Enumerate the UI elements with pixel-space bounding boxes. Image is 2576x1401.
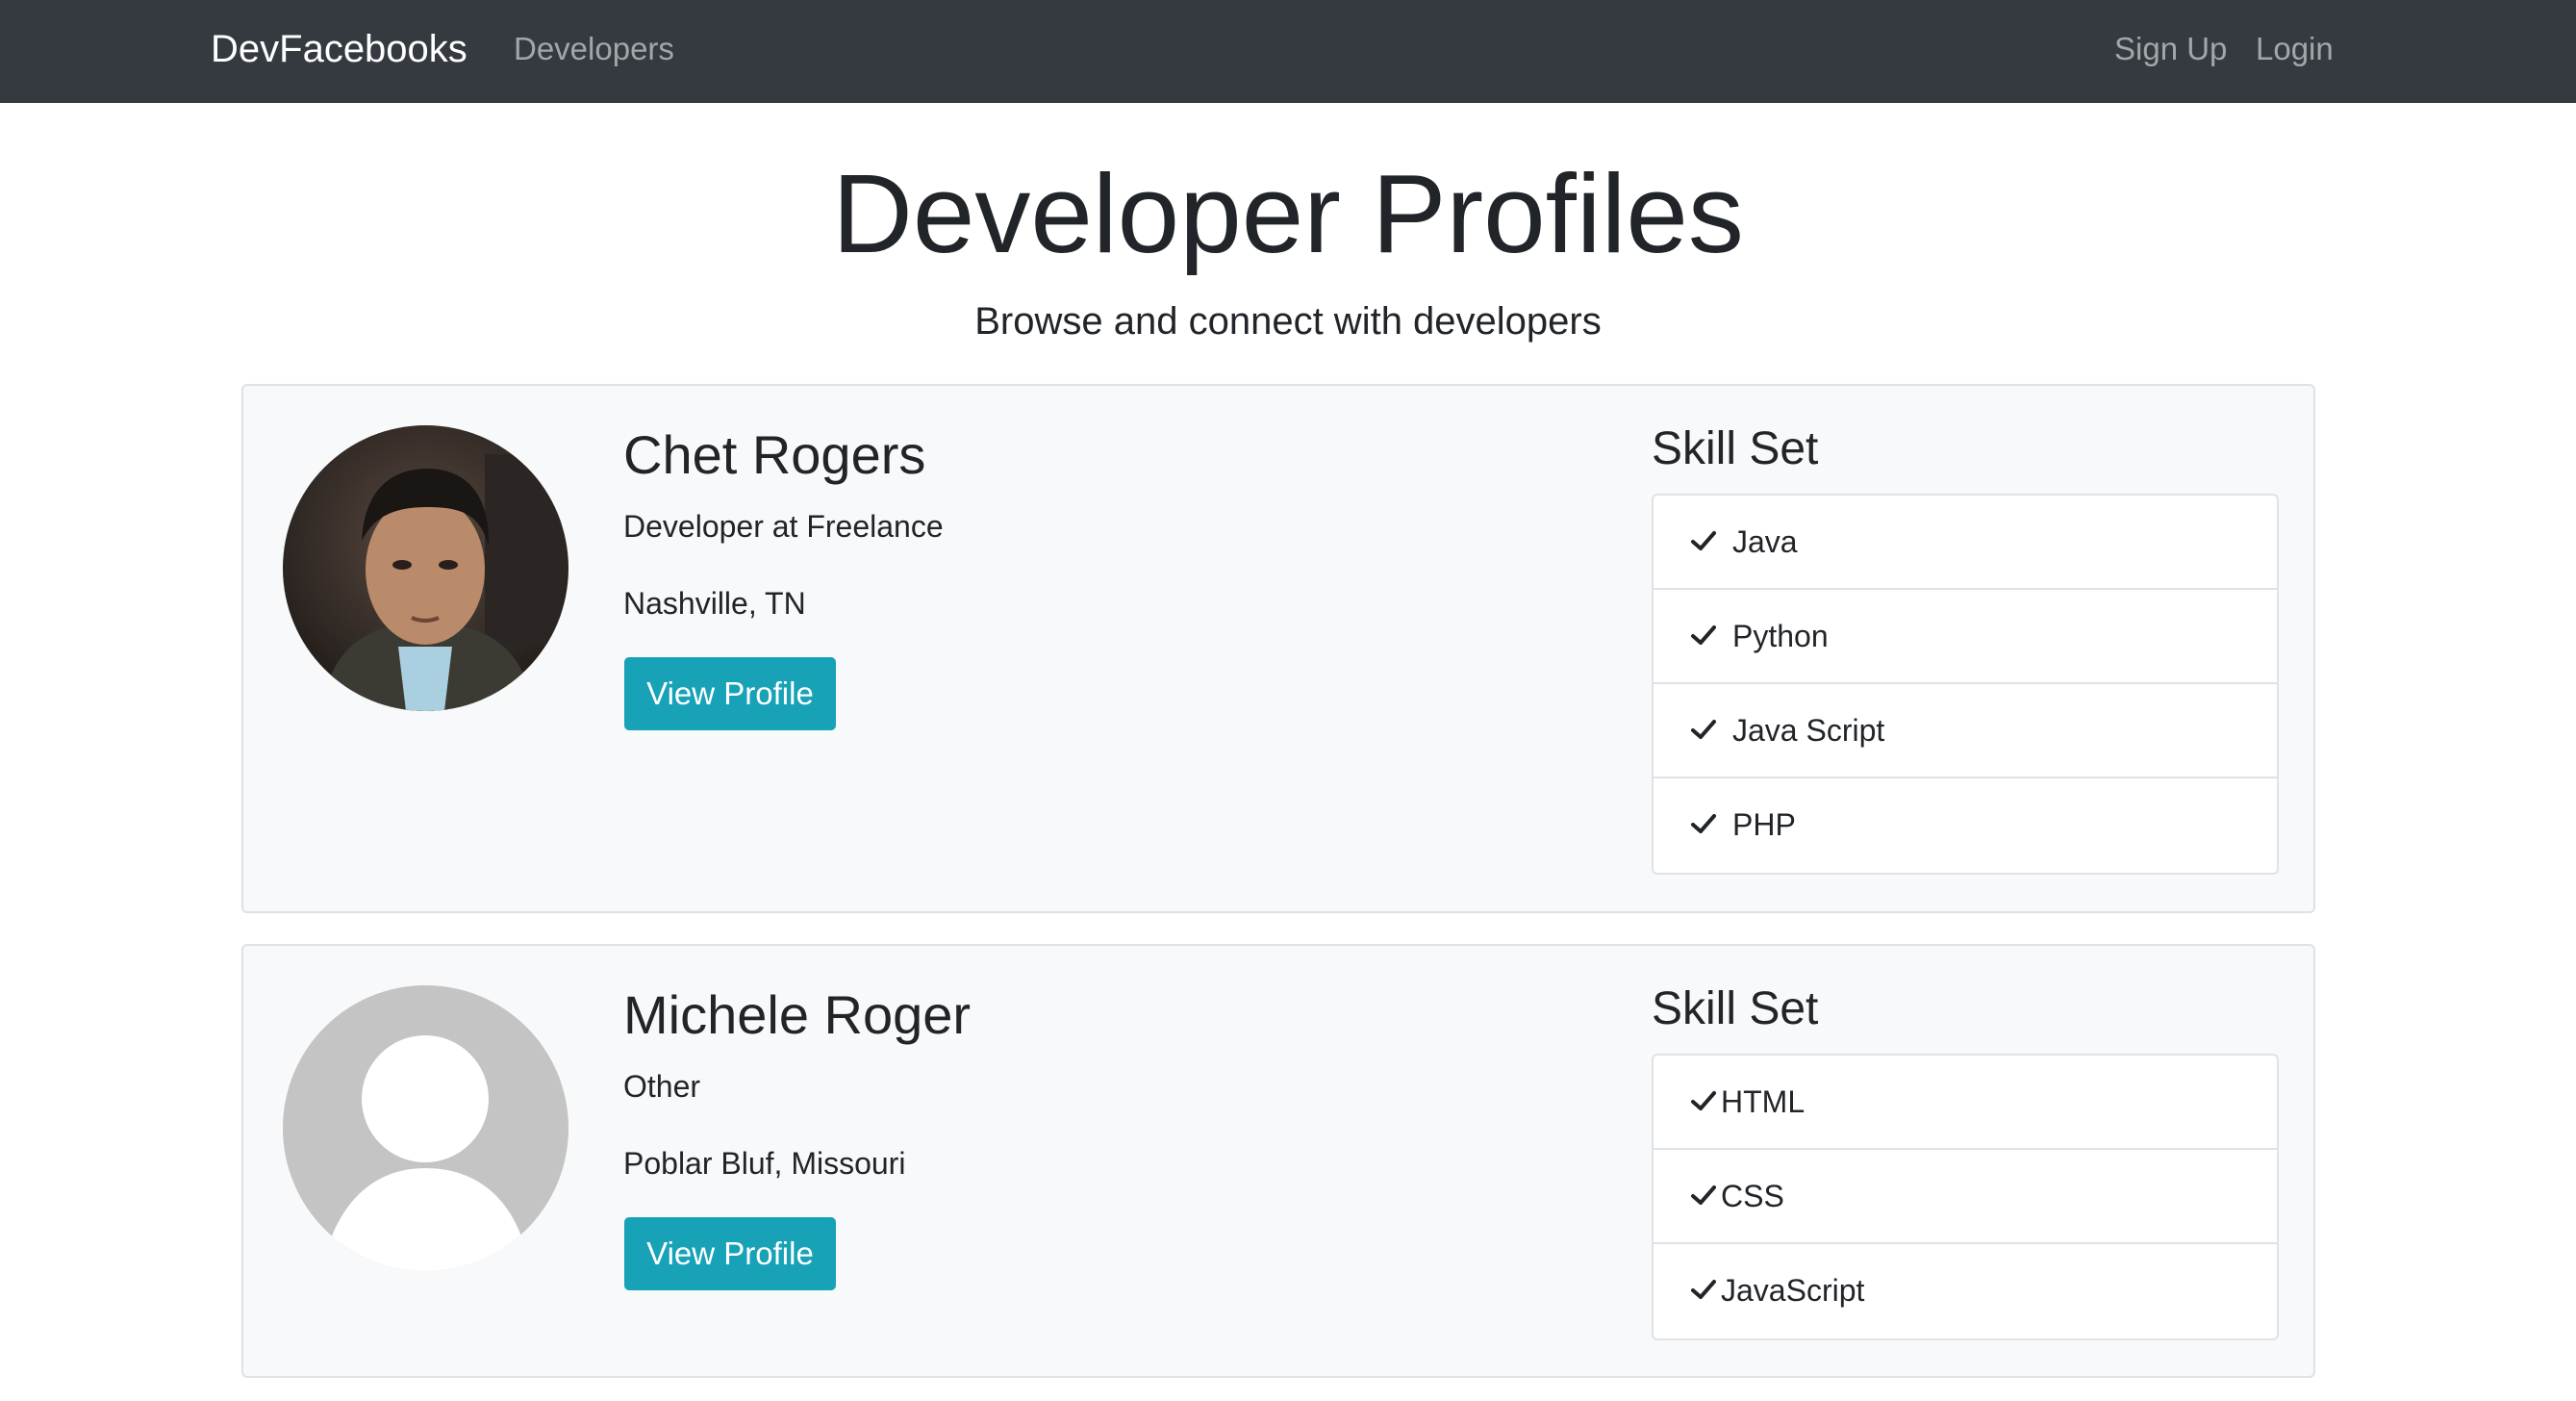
profile-status: Developer at Freelance — [623, 509, 944, 544]
skill-label: Java Script — [1732, 713, 1885, 748]
check-icon — [1690, 1182, 1717, 1209]
profile-name: Michele Roger — [623, 984, 972, 1045]
brand-link[interactable]: DevFacebooks — [211, 25, 467, 73]
profile-status: Other — [623, 1069, 701, 1104]
skill-label: Java — [1732, 524, 1798, 559]
skill-label: PHP — [1732, 807, 1796, 842]
skill-label: JavaScript — [1721, 1273, 1865, 1308]
check-icon — [1690, 622, 1717, 649]
view-profile-button[interactable]: View Profile — [624, 657, 836, 730]
skill-label: CSS — [1721, 1179, 1784, 1213]
skill-item: JavaScript — [1654, 1244, 2277, 1338]
skill-item: CSS — [1654, 1150, 2277, 1244]
profile-location: Nashville, TN — [623, 586, 806, 621]
check-icon — [1690, 527, 1717, 554]
check-icon — [1690, 716, 1717, 743]
skill-label: HTML — [1721, 1084, 1806, 1119]
check-icon — [1690, 810, 1717, 837]
profile-location: Poblar Bluf, Missouri — [623, 1146, 906, 1181]
skill-list: HTML CSS JavaScript — [1652, 1054, 2279, 1340]
skill-label: Python — [1732, 619, 1829, 653]
skill-set-title: Skill Set — [1652, 423, 1819, 474]
skill-list: Java Python Java Script PHP — [1652, 494, 2279, 875]
skill-item: Java Script — [1654, 684, 2277, 778]
avatar — [283, 425, 568, 711]
skill-item: HTML — [1654, 1056, 2277, 1150]
profile-card: Chet Rogers Developer at Freelance Nashv… — [241, 384, 2315, 913]
skill-item: Python — [1654, 590, 2277, 684]
skill-item: Java — [1654, 496, 2277, 590]
page-subtitle: Browse and connect with developers — [974, 300, 1602, 343]
nav-link-developers[interactable]: Developers — [514, 27, 674, 70]
navbar: DevFacebooks Developers Sign Up Login — [0, 0, 2576, 103]
profile-card: Michele Roger Other Poblar Bluf, Missour… — [241, 944, 2315, 1378]
nav-link-login[interactable]: Login — [2256, 27, 2334, 70]
check-icon — [1690, 1276, 1717, 1303]
view-profile-button[interactable]: View Profile — [624, 1217, 836, 1290]
nav-link-signup[interactable]: Sign Up — [2114, 27, 2227, 70]
avatar-photo — [283, 425, 568, 711]
profile-name: Chet Rogers — [623, 424, 926, 485]
avatar — [283, 985, 568, 1271]
user-silhouette-icon — [283, 985, 568, 1271]
skill-item: PHP — [1654, 778, 2277, 873]
page-title: Developer Profiles — [832, 151, 1744, 276]
check-icon — [1690, 1087, 1717, 1114]
skill-set-title: Skill Set — [1652, 983, 1819, 1034]
